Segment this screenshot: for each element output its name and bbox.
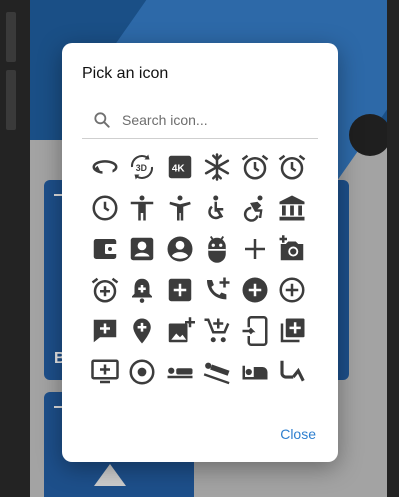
add-photo-alternate-icon[interactable] [161, 310, 199, 351]
adjust-icon[interactable] [124, 351, 162, 392]
add-location-icon[interactable] [124, 310, 162, 351]
airline-seat-flat-icon[interactable] [161, 351, 199, 392]
airline-seat-flat-angled-icon[interactable] [199, 351, 237, 392]
search-icon [94, 112, 110, 128]
add-icon[interactable] [236, 228, 274, 269]
add-circle-icon[interactable] [236, 269, 274, 310]
icon-picker-dialog: Pick an icon 3D 4K [62, 43, 338, 462]
airline-seat-individual-suite-icon[interactable] [236, 351, 274, 392]
add-to-home-screen-icon[interactable] [236, 310, 274, 351]
add-box-icon[interactable] [161, 269, 199, 310]
close-button[interactable]: Close [280, 426, 316, 442]
add-shopping-cart-icon[interactable] [199, 310, 237, 351]
accessible-icon[interactable] [199, 187, 237, 228]
adb-icon[interactable] [199, 228, 237, 269]
add-call-icon[interactable] [199, 269, 237, 310]
add-a-photo-icon[interactable] [274, 228, 312, 269]
access-time-icon[interactable] [86, 187, 124, 228]
account-circle-icon[interactable] [161, 228, 199, 269]
svg-text:4K: 4K [172, 163, 186, 174]
rotate-left-icon[interactable] [86, 146, 124, 187]
account-balance-wallet-icon[interactable] [86, 228, 124, 269]
account-box-icon[interactable] [124, 228, 162, 269]
svg-text:3D: 3D [136, 162, 147, 172]
icon-grid: 3D 4K [86, 146, 311, 392]
accessible-forward-icon[interactable] [236, 187, 274, 228]
access-alarm-icon[interactable] [236, 146, 274, 187]
add-to-queue-icon[interactable] [86, 351, 124, 392]
account-balance-icon[interactable] [274, 187, 312, 228]
access-alarms-icon[interactable] [274, 146, 312, 187]
ac-unit-icon[interactable] [199, 146, 237, 187]
search-field[interactable] [82, 103, 318, 139]
add-circle-outline-icon[interactable] [274, 269, 312, 310]
accessibility-icon[interactable] [124, 187, 162, 228]
3d-rotation-icon[interactable]: 3D [124, 146, 162, 187]
dialog-title: Pick an icon [82, 65, 169, 82]
4k-icon[interactable]: 4K [161, 146, 199, 187]
add-alert-icon[interactable] [124, 269, 162, 310]
airline-seat-legroom-extra-icon[interactable] [274, 351, 312, 392]
add-alarm-icon[interactable] [86, 269, 124, 310]
search-input[interactable] [120, 107, 314, 133]
add-comment-icon[interactable] [86, 310, 124, 351]
accessibility-new-icon[interactable] [161, 187, 199, 228]
add-to-photos-icon[interactable] [274, 310, 312, 351]
